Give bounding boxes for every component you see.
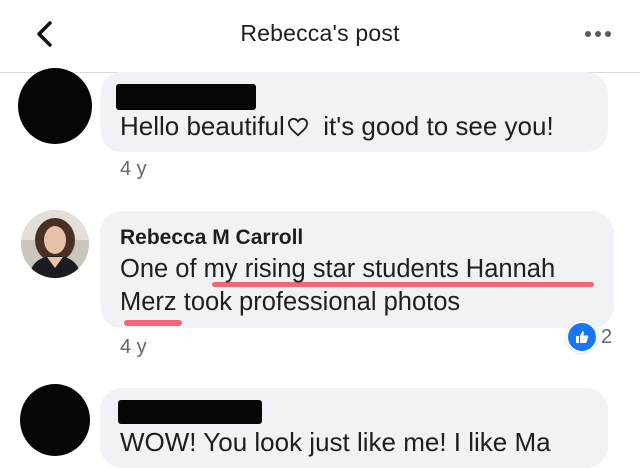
avatar-redacted[interactable] xyxy=(18,68,92,144)
reaction-summary[interactable]: 2 xyxy=(566,321,613,353)
reaction-count: 2 xyxy=(601,325,613,348)
heart-icon xyxy=(287,117,308,137)
more-dots-icon xyxy=(585,31,591,37)
avatar-redacted[interactable] xyxy=(20,384,90,456)
comment-text: Hello beautiful it's good to see you! xyxy=(120,111,554,141)
comment-text: WOW! You look just like me! I like Ma xyxy=(120,427,551,457)
more-options-button[interactable] xyxy=(574,20,622,48)
highlight-underline xyxy=(124,320,182,326)
comment-text-line-1: One of my rising star students Hannah xyxy=(120,255,556,283)
redacted-author-name xyxy=(116,84,256,110)
comment-text-line-2: Merz took professional photos xyxy=(120,288,461,316)
like-icon xyxy=(566,321,598,353)
redacted-author-name xyxy=(118,400,262,424)
comment-timestamp[interactable]: 4 y xyxy=(120,158,147,181)
comment-author[interactable]: Rebecca M Carroll xyxy=(120,226,303,250)
page-title: Rebecca's post xyxy=(240,20,400,46)
avatar[interactable] xyxy=(21,210,89,278)
comment-timestamp[interactable]: 4 y xyxy=(120,336,147,359)
app-header: Rebecca's post xyxy=(0,0,640,73)
profile-photo xyxy=(21,210,89,278)
